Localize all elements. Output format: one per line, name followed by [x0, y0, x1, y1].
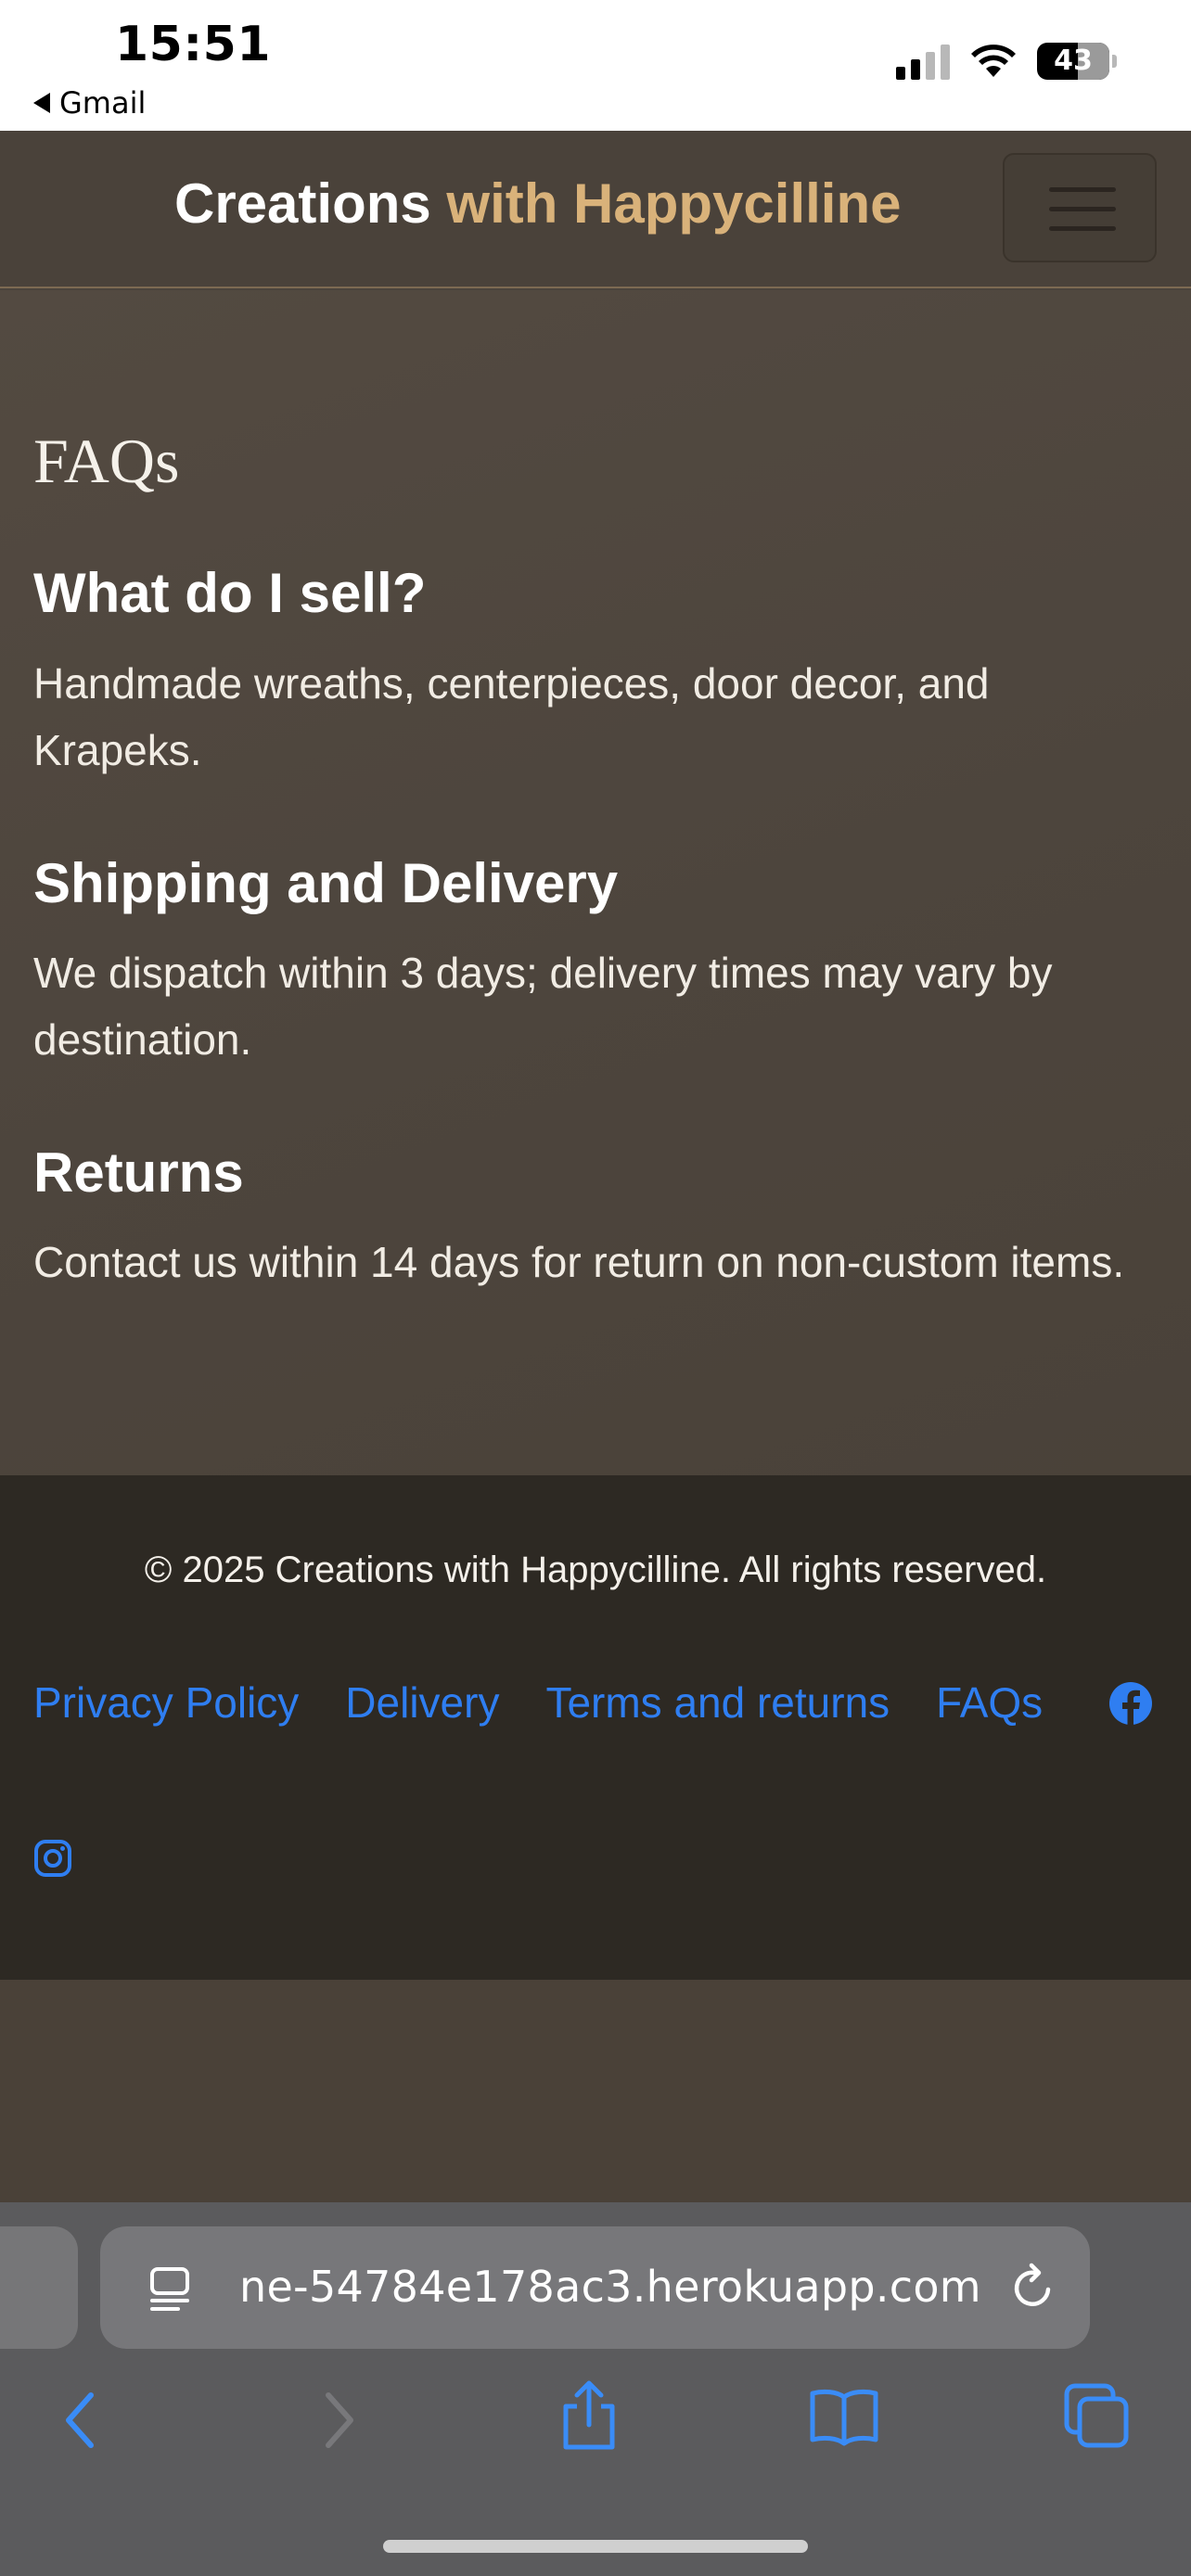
back-icon[interactable]	[58, 2388, 104, 2453]
status-bar: 15:51 Gmail 43	[0, 0, 1191, 131]
previous-tab-peek[interactable]	[0, 2226, 78, 2349]
status-icons: 43	[896, 43, 1117, 80]
reader-mode-icon[interactable]	[147, 2265, 193, 2314]
battery-icon: 43	[1037, 43, 1109, 80]
faqs-link[interactable]: FAQs	[936, 1677, 1043, 1728]
hamburger-menu-icon	[1049, 187, 1116, 232]
page-title: FAQs	[33, 426, 180, 496]
status-time: 15:51	[115, 17, 272, 72]
facebook-icon[interactable]	[1108, 1681, 1153, 1726]
faq-answer: We dispatch within 3 days; delivery time…	[33, 949, 1053, 1064]
bookmarks-icon[interactable]	[809, 2386, 879, 2447]
faq-question: What do I sell?	[33, 562, 427, 624]
forward-icon[interactable]	[315, 2388, 362, 2453]
brand-logo-link[interactable]: Creations with Happycilline	[174, 172, 902, 236]
footer-links: Privacy Policy Delivery Terms and return…	[33, 1677, 1089, 1728]
home-indicator	[383, 2540, 808, 2553]
share-icon[interactable]	[557, 2378, 621, 2453]
back-triangle-icon	[33, 93, 50, 113]
faq-question: Returns	[33, 1141, 244, 1204]
battery-level: 43	[1054, 45, 1093, 77]
faq-answer: Handmade wreaths, centerpieces, door dec…	[33, 659, 990, 774]
url-text: ne-54784e178ac3.herokuapp.com	[239, 2262, 981, 2312]
site-footer: © 2025 Creations with Happycilline. All …	[0, 1475, 1191, 1980]
browser-toolbar	[0, 2378, 1191, 2480]
brand-name: Creations	[174, 172, 431, 235]
terms-returns-link[interactable]: Terms and returns	[545, 1677, 890, 1728]
page-bottom-background	[0, 1980, 1191, 2202]
cellular-signal-icon	[896, 43, 950, 80]
delivery-link[interactable]: Delivery	[345, 1677, 499, 1728]
address-bar[interactable]: ne-54784e178ac3.herokuapp.com	[100, 2226, 1090, 2349]
reload-icon[interactable]	[1007, 2262, 1059, 2314]
wifi-icon	[971, 45, 1016, 77]
back-app-label: Gmail	[59, 85, 147, 121]
back-to-app-button[interactable]: Gmail	[33, 85, 146, 121]
menu-toggle-button[interactable]	[1003, 153, 1157, 262]
faq-question: Shipping and Delivery	[33, 852, 619, 914]
privacy-policy-link[interactable]: Privacy Policy	[33, 1677, 299, 1728]
faq-section: FAQs What do I sell? Handmade wreaths, c…	[0, 290, 1191, 1475]
brand-name-accent: with Happycilline	[430, 172, 902, 235]
instagram-icon[interactable]	[33, 1839, 72, 1878]
browser-chrome: ne-54784e178ac3.herokuapp.com	[0, 2202, 1191, 2576]
faq-answer: Contact us within 14 days for return on …	[33, 1238, 1125, 1286]
tabs-icon[interactable]	[1063, 2382, 1130, 2449]
copyright-text: © 2025 Creations with Happycilline. All …	[144, 1549, 1047, 1590]
site-navbar: Creations with Happycilline	[0, 131, 1191, 288]
